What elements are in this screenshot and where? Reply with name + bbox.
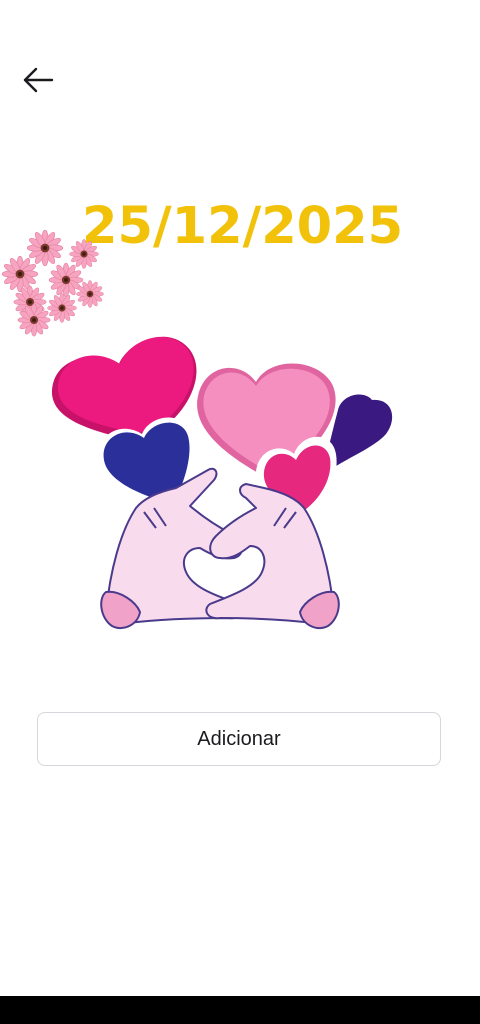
hands-heart-sticker-icon bbox=[51, 336, 393, 630]
add-button[interactable]: Adicionar bbox=[37, 712, 441, 766]
arrow-left-icon bbox=[23, 67, 54, 93]
system-navigation-bar bbox=[0, 996, 480, 1024]
right-hand-icon bbox=[205, 483, 340, 630]
screen: 25/12/2025 Adicionar bbox=[0, 0, 480, 1024]
back-button[interactable] bbox=[14, 58, 62, 102]
date-label: 25/12/2025 bbox=[82, 197, 404, 256]
